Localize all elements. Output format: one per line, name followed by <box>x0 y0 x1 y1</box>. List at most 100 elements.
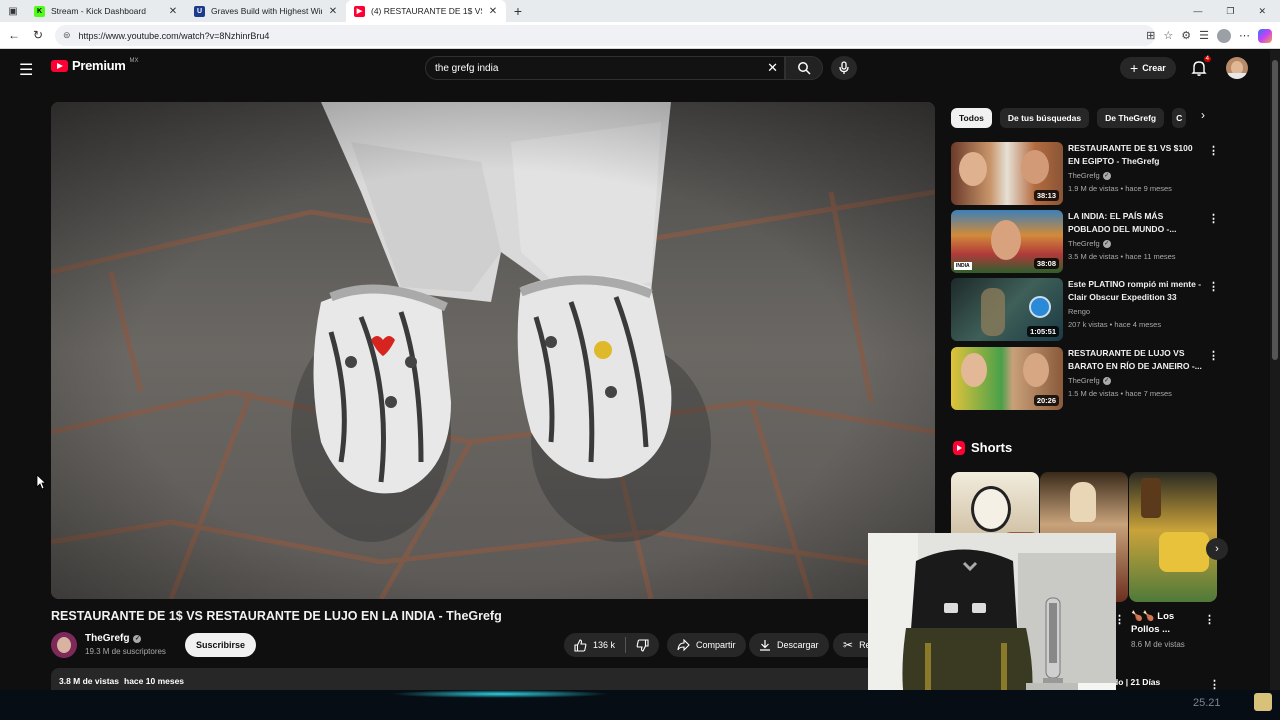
channel-name-text: TheGrefg <box>85 633 130 644</box>
tab-title: Stream - Kick Dashboard <box>51 6 146 16</box>
copilot-icon[interactable] <box>1258 28 1272 43</box>
thumbs-up-icon <box>574 638 587 652</box>
brand-name: Premium <box>72 58 126 73</box>
menu-hamburger-icon[interactable]: ☰ <box>19 60 33 80</box>
reload-icon[interactable]: ↻ <box>26 28 50 42</box>
chip-more[interactable]: C <box>1172 108 1187 128</box>
close-tab-icon[interactable]: ✕ <box>328 6 338 17</box>
like-button[interactable]: 136 k <box>564 637 627 653</box>
video-duration: 1:05:51 <box>1027 326 1059 337</box>
menu-icon[interactable]: ⋯ <box>1239 29 1250 42</box>
video-thumbnail[interactable]: 38:13 <box>951 142 1063 205</box>
chip-de-tus-busquedas[interactable]: De tus búsquedas <box>999 108 1090 128</box>
recommendation-meta: 1.9 M de vistas • hace 9 meses <box>1068 184 1172 193</box>
more-options-icon[interactable]: ⋮ <box>1208 349 1219 362</box>
collections-icon[interactable]: ☰ <box>1199 29 1209 42</box>
account-avatar[interactable] <box>1226 57 1248 79</box>
filter-chips: Todos De tus búsquedas De TheGrefg C <box>951 108 1187 128</box>
playlist-label: do | 21 Días <box>1113 677 1161 687</box>
video-duration: 20:26 <box>1033 395 1059 406</box>
recommendation-meta: 1.5 M de vistas • hace 7 meses <box>1068 389 1172 398</box>
scrollbar-thumb[interactable] <box>1272 60 1278 360</box>
page-scrollbar[interactable] <box>1270 50 1280 690</box>
channel-avatar[interactable] <box>51 632 77 658</box>
more-options-icon[interactable]: ⋮ <box>1209 678 1220 690</box>
back-icon[interactable]: ← <box>2 28 26 42</box>
taskbar-app-icon[interactable] <box>1254 693 1272 711</box>
chip-de-thegrefg[interactable]: De TheGrefg <box>1097 108 1165 128</box>
window-controls: — ❐ ✕ <box>1193 0 1280 22</box>
video-player[interactable] <box>51 102 935 599</box>
recommendation-item[interactable]: 20:26 RESTAURANTE DE LUJO VS BARATO EN R… <box>951 347 1221 411</box>
chevron-right-icon[interactable]: › <box>1193 108 1213 122</box>
subscriber-count: 19.3 M de suscriptores <box>85 647 166 656</box>
search-button[interactable] <box>785 56 823 80</box>
notifications-button[interactable]: 4 <box>1189 56 1211 78</box>
thumbnail-person-right <box>1023 353 1049 387</box>
recommendation-meta: 3.5 M de vistas • hace 11 meses <box>1068 252 1176 261</box>
like-dislike-group: 136 k <box>564 633 660 657</box>
verified-icon: ✓ <box>133 634 142 643</box>
extensions-icon[interactable]: ⚙ <box>1181 29 1191 42</box>
browser-tab-kick[interactable]: K Stream - Kick Dashboard ✕ <box>26 0 186 22</box>
ugg-icon: U <box>194 5 205 17</box>
channel-name-text: TheGrefg <box>1068 376 1100 385</box>
youtube-premium-logo[interactable]: Premium MX <box>51 58 139 73</box>
taskbar-clock: 25.21 <box>1193 697 1221 709</box>
chip-todos[interactable]: Todos <box>951 108 992 128</box>
dislike-button[interactable] <box>626 638 659 652</box>
video-thumbnail[interactable]: 20:26 <box>951 347 1063 410</box>
close-window-icon[interactable]: ✕ <box>1258 6 1266 17</box>
shorts-heading-text: Shorts <box>971 440 1013 455</box>
short-views: 8.6 M de vistas <box>1131 640 1185 649</box>
recommendation-title: Este PLATINO rompió mi mente - Clair Obs… <box>1068 279 1202 302</box>
channel-name-text: Rengo <box>1068 307 1091 316</box>
subscribe-button[interactable]: Suscribirse <box>185 633 257 657</box>
share-button[interactable]: Compartir <box>667 633 746 657</box>
create-button[interactable]: + Crear <box>1120 57 1176 79</box>
close-tab-icon[interactable]: ✕ <box>168 6 178 17</box>
video-thumbnail[interactable]: INDIA 38:08 <box>951 210 1063 273</box>
address-bar[interactable]: ⊜ https://www.youtube.com/watch?v=8Nzhin… <box>55 25 1155 46</box>
video-duration: 38:13 <box>1033 190 1059 201</box>
tab-title: Graves Build with Highest Winrate <box>211 6 322 16</box>
thumbnail-person <box>991 220 1021 260</box>
recommendation-item[interactable]: INDIA 38:08 LA INDIA: EL PAÍS MÁS POBLAD… <box>951 210 1221 274</box>
apps-icon[interactable]: ⊞ <box>1146 29 1155 42</box>
shorts-next-button[interactable]: › <box>1206 538 1228 560</box>
more-options-icon[interactable]: ⋮ <box>1204 613 1215 626</box>
plus-icon: + <box>1130 60 1139 76</box>
browser-tab-youtube[interactable]: ▶ (4) RESTAURANTE DE 1$ VS REST... ✕ <box>346 0 506 22</box>
search-input[interactable]: the grefg india ✕ <box>425 56 785 80</box>
minimize-icon[interactable]: — <box>1193 6 1202 16</box>
channel-name[interactable]: TheGrefg ✓ <box>85 633 142 644</box>
profile-icon[interactable] <box>1217 28 1231 43</box>
notification-count: 4 <box>1203 56 1211 62</box>
share-label: Compartir <box>696 640 736 650</box>
recommendation-item[interactable]: 38:13 RESTAURANTE DE $1 VS $100 EN EGIPT… <box>951 142 1221 206</box>
create-label: Crear <box>1142 63 1166 73</box>
sidebar-toggle-icon[interactable]: ▣ <box>0 6 26 17</box>
short-thumbnail[interactable] <box>1129 472 1217 602</box>
channel-name-text: TheGrefg <box>1068 239 1100 248</box>
download-button[interactable]: Descargar <box>749 633 829 657</box>
share-icon <box>677 639 690 651</box>
more-options-icon[interactable]: ⋮ <box>1208 212 1219 225</box>
browser-tab-ugg[interactable]: U Graves Build with Highest Winrate ✕ <box>186 0 346 22</box>
maximize-icon[interactable]: ❐ <box>1226 6 1234 17</box>
clear-search-icon[interactable]: ✕ <box>767 60 778 76</box>
channel-name-text: TheGrefg <box>1068 171 1100 180</box>
favorite-icon[interactable]: ☆ <box>1163 29 1173 42</box>
video-thumbnail[interactable]: 1:05:51 <box>951 278 1063 341</box>
recommendation-item[interactable]: 1:05:51 Este PLATINO rompió mi mente - C… <box>951 278 1221 342</box>
close-tab-icon[interactable]: ✕ <box>488 6 498 17</box>
voice-search-button[interactable] <box>831 56 857 80</box>
verified-icon: ✓ <box>1102 376 1111 385</box>
browser-actions: ⊞ ☆ ⚙ ☰ ⋯ <box>1146 22 1280 49</box>
india-tag: INDIA <box>954 262 972 270</box>
new-tab-button[interactable]: + <box>506 3 530 19</box>
description-box[interactable]: 3.8 M de vistas hace 10 meses <box>51 668 931 690</box>
more-options-icon[interactable]: ⋮ <box>1208 144 1219 157</box>
site-info-icon[interactable]: ⊜ <box>63 30 71 41</box>
more-options-icon[interactable]: ⋮ <box>1208 280 1219 293</box>
